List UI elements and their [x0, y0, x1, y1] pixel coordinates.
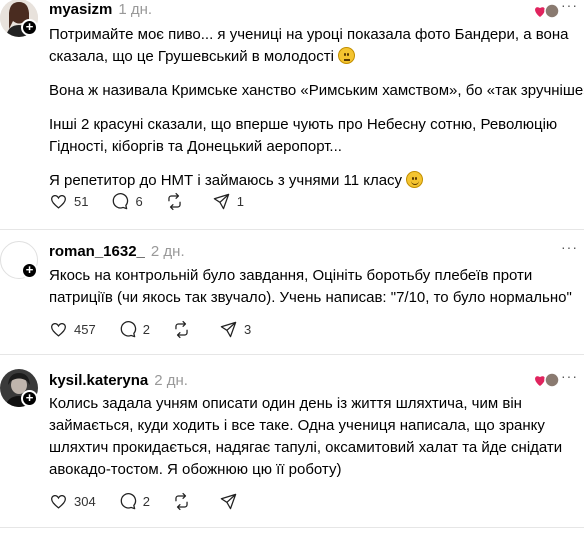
share-button[interactable]: 3	[219, 320, 251, 339]
liked-by-indicator	[534, 3, 560, 19]
thread-post-1: + myasizm 1 дн. ··· Потримайте моє пиво..…	[0, 0, 584, 225]
like-button[interactable]: 457	[49, 320, 96, 339]
comment-icon	[120, 320, 136, 337]
more-options-icon[interactable]: ···	[561, 0, 578, 13]
paragraph: Якось на контрольній було завдання, Оцін…	[49, 267, 572, 306]
username[interactable]: myasizm 1 дн.	[49, 1, 152, 18]
heart-icon	[50, 194, 67, 209]
paragraph: Вона ж називала Кримське ханство «Римськ…	[49, 82, 584, 99]
like-button[interactable]: 51	[49, 192, 88, 211]
follow-plus-icon[interactable]: +	[21, 19, 38, 36]
paragraph: Колись задала учням описати один день із…	[49, 395, 563, 478]
more-options-icon[interactable]: ···	[561, 239, 578, 255]
reply-count: 6	[135, 193, 143, 209]
paragraph: Потримайте моє пиво... я учениці на уроц…	[49, 26, 569, 65]
post-actions: 51 6 1	[49, 191, 266, 211]
divider	[0, 354, 584, 355]
username[interactable]: kysil.kateryna 2 дн.	[49, 372, 188, 389]
reply-button[interactable]: 2	[118, 492, 150, 511]
repost-icon	[175, 320, 188, 338]
neutral-face-icon	[338, 47, 356, 64]
post-actions: 304 2	[49, 491, 266, 511]
repost-button[interactable]	[165, 192, 190, 211]
liked-heart-icon	[535, 372, 560, 388]
comment-icon	[120, 492, 136, 509]
thread-post-3: + kysil.kateryna 2 дн. ··· Колись задала …	[0, 368, 584, 529]
liked-heart-icon	[535, 3, 560, 19]
send-icon	[220, 321, 237, 337]
share-button[interactable]: 1	[212, 192, 244, 211]
post-actions: 457 2 3	[49, 319, 273, 339]
share-count: 1	[236, 193, 244, 209]
follow-plus-icon[interactable]: +	[21, 390, 38, 407]
divider	[0, 527, 584, 528]
post-time: 1 дн.	[118, 1, 153, 18]
like-count: 51	[74, 193, 89, 209]
comment-icon	[113, 192, 129, 209]
repost-icon	[175, 492, 188, 510]
repost-icon	[168, 192, 181, 210]
send-icon	[220, 493, 237, 509]
like-count: 304	[74, 493, 96, 509]
send-icon	[213, 193, 229, 209]
smiling-face-icon	[406, 171, 424, 188]
reply-button[interactable]: 2	[118, 320, 150, 339]
reply-count: 2	[142, 493, 150, 509]
share-button[interactable]	[219, 492, 244, 511]
divider	[0, 229, 584, 230]
post-text: Якось на контрольній було завдання, Оцін…	[49, 265, 579, 321]
thread-post-2: + roman_1632_ 2 дн. ··· Якось на контроль…	[0, 239, 584, 351]
more-options-icon[interactable]: ···	[561, 368, 578, 384]
heart-icon	[50, 494, 67, 509]
like-button[interactable]: 304	[49, 492, 96, 511]
post-time: 2 дн.	[154, 372, 188, 389]
heart-icon	[50, 322, 67, 337]
share-count: 3	[243, 321, 252, 337]
post-text: Колись задала учням описати один день із…	[49, 393, 579, 493]
post-time: 2 дн.	[150, 243, 185, 260]
username[interactable]: roman_1632_ 2 дн.	[49, 243, 185, 260]
post-text: Потримайте моє пиво... я учениці на уроц…	[49, 24, 584, 204]
repost-button[interactable]	[172, 320, 197, 339]
paragraph: Інші 2 красуні сказали, що вперше чують …	[49, 116, 558, 155]
repost-button[interactable]	[172, 492, 197, 511]
like-count: 457	[74, 321, 96, 337]
paragraph: Я репетитор до НМТ і займаюсь з учнями 1…	[49, 170, 579, 192]
follow-plus-icon[interactable]: +	[21, 262, 38, 279]
reply-count: 2	[142, 321, 150, 337]
reply-button[interactable]: 6	[110, 192, 143, 211]
liked-by-indicator	[534, 372, 560, 388]
